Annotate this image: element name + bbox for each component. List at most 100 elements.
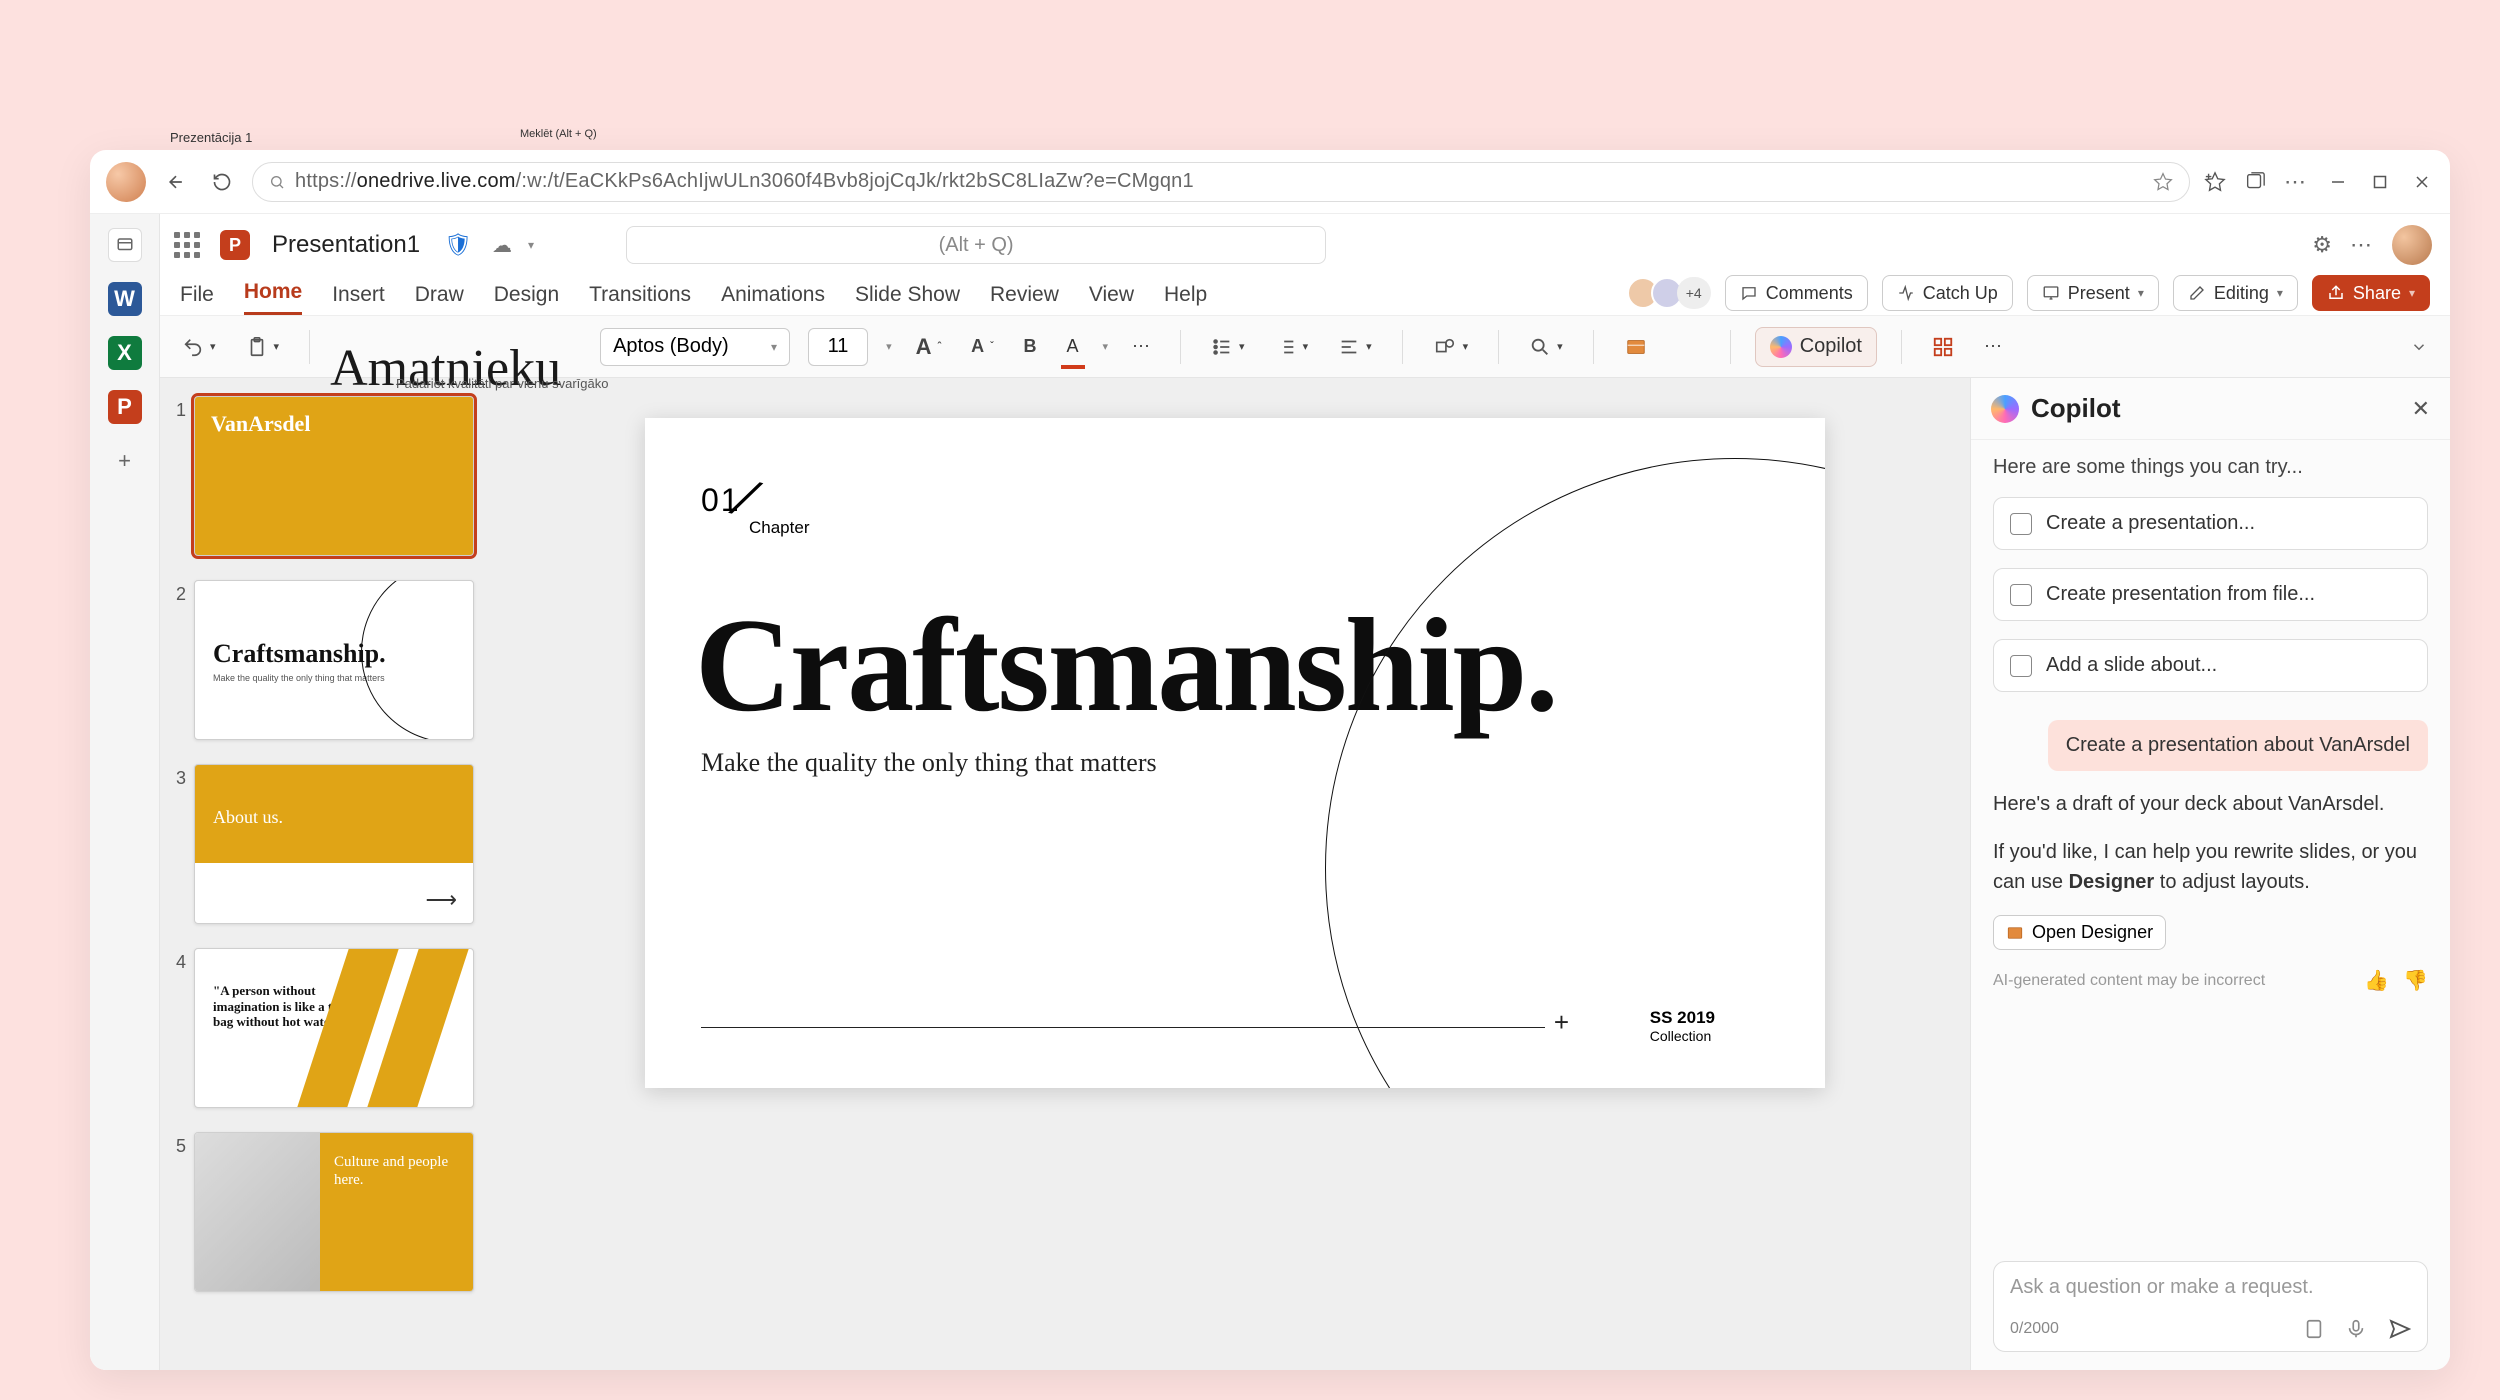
document-title[interactable]: Presentation1 [272,231,420,259]
shrink-font-button[interactable]: Aˇ [965,328,999,366]
profile-avatar[interactable] [106,162,146,202]
mic-icon[interactable] [2345,1318,2367,1340]
word-app-icon[interactable]: W [108,282,142,316]
home-app-icon[interactable] [108,228,142,262]
tab-design[interactable]: Design [494,283,559,315]
thumb-photo [195,1133,320,1291]
excel-app-icon[interactable]: X [108,336,142,370]
shapes-button[interactable]: ▾ [1427,328,1475,366]
brand-stripes [313,949,473,1107]
thumbs-down-icon[interactable]: 👎 [2403,968,2428,993]
settings-gear-icon[interactable]: ⚙ [2312,232,2332,258]
pencil-icon [2188,284,2206,302]
send-icon[interactable] [2387,1317,2411,1341]
slide-icon [2010,655,2032,677]
slide-thumbnail-5[interactable]: Culture and people here. [194,1132,474,1292]
browser-more-icon[interactable]: ⋯ [2284,169,2308,195]
search-icon [269,174,285,190]
suggestion-add-slide[interactable]: Add a slide about... [1993,639,2428,692]
browser-window: https://onedrive.live.com/:w:/t/EaCKkPs6… [90,150,2450,1370]
presence-more[interactable]: +4 [1677,277,1711,309]
minimize-button[interactable] [2326,170,2350,194]
tab-transitions[interactable]: Transitions [589,283,691,315]
grid-view-icon[interactable] [1926,328,1960,366]
share-icon [2327,284,2345,302]
slide-thumbnail-4[interactable]: "A person without imagination is like a … [194,948,474,1108]
ribbon-tabs: File Home Insert Draw Design Transitions… [160,276,2450,316]
current-slide[interactable]: 01⁄ Chapter Craftsmanship. Make the qual… [645,418,1825,1088]
editing-mode-button[interactable]: Editing▾ [2173,275,2298,311]
ribbon-more-icon[interactable]: ⋯ [1978,328,2008,366]
numbering-button[interactable]: ▾ [1269,328,1315,366]
suggestion-create-presentation[interactable]: Create a presentation... [1993,497,2428,550]
back-button[interactable] [160,166,192,198]
font-color-button[interactable]: A [1061,328,1085,366]
tab-review[interactable]: Review [990,283,1059,315]
star-icon[interactable] [2153,172,2173,192]
maximize-button[interactable] [2368,170,2392,194]
present-button[interactable]: Present▾ [2027,275,2159,311]
tab-insert[interactable]: Insert [332,283,385,315]
font-family-select[interactable]: Aptos (Body)▾ [600,328,790,366]
bg-doc-title: Prezentācija 1 [170,130,252,145]
sync-status-icon[interactable]: ☁ [492,233,512,258]
bullets-button[interactable]: ▾ [1205,328,1251,366]
add-app-icon[interactable]: + [108,444,142,478]
app-launcher-icon[interactable] [170,228,204,262]
comments-button[interactable]: Comments [1725,275,1868,311]
tab-slideshow[interactable]: Slide Show [855,283,960,315]
user-avatar[interactable] [2392,225,2432,265]
copilot-message-1: Here's a draft of your deck about VanArs… [1993,789,2428,819]
favorites-icon[interactable] [2204,171,2226,193]
tell-me-search[interactable]: (Alt + Q) [626,226,1326,264]
slide-thumbnail-2[interactable]: Craftsmanship. Make the quality the only… [194,580,474,740]
copilot-ribbon-button[interactable]: Copilot [1755,327,1877,367]
overlay-subtitle: Padariet kvalitāti par vienu svarīgāko [396,376,608,391]
presence-avatars[interactable]: +4 [1635,277,1711,309]
tab-draw[interactable]: Draw [415,283,464,315]
address-bar[interactable]: https://onedrive.live.com/:w:/t/EaCKkPs6… [252,162,2190,202]
thumb-brand: VanArsdel [211,411,310,437]
footer-text: SS 2019 Collection [1650,1008,1715,1044]
collapse-ribbon-icon[interactable] [2404,328,2434,366]
grow-font-button[interactable]: Aˆ [910,328,948,366]
dictate-button[interactable] [1672,328,1706,366]
bold-button[interactable]: B [1018,328,1043,366]
copilot-hint: Here are some things you can try... [1993,456,2428,479]
comment-icon [1740,284,1758,302]
tab-file[interactable]: File [180,283,214,315]
find-button[interactable]: ▾ [1523,328,1569,366]
collections-icon[interactable] [2244,171,2266,193]
share-button[interactable]: Share▾ [2312,275,2430,311]
work-area: 1 VanArsdel 2 Craftsmanship. Make the qu… [160,378,2450,1370]
tab-animations[interactable]: Animations [721,283,825,315]
powerpoint-app-icon[interactable]: P [108,390,142,424]
tab-help[interactable]: Help [1164,283,1207,315]
font-more-icon[interactable]: ⋯ [1126,328,1156,366]
refresh-button[interactable] [206,166,238,198]
copilot-input[interactable]: Ask a question or make a request. 0/2000 [1993,1261,2428,1352]
file-icon [2010,584,2032,606]
designer-button[interactable] [1618,328,1654,366]
suggestion-create-from-file[interactable]: Create presentation from file... [1993,568,2428,621]
slide-thumbnail-3[interactable]: About us. ⟶ [194,764,474,924]
thumbs-up-icon[interactable]: 👍 [2364,968,2389,993]
close-window-button[interactable] [2410,170,2434,194]
catch-up-button[interactable]: Catch Up [1882,275,2013,311]
bg-search: Meklēt (Alt + Q) [520,128,597,140]
ribbon-home: ▾ ▾ Amatnieku Aptos (Body)▾ 11 ▾ Aˆ Aˇ B… [160,316,2450,378]
tab-home[interactable]: Home [244,280,302,315]
align-button[interactable]: ▾ [1332,328,1378,366]
tab-view[interactable]: View [1089,283,1134,315]
open-designer-button[interactable]: Open Designer [1993,915,2166,950]
sensitivity-shield-icon[interactable]: 🛡 [444,232,472,258]
attach-icon[interactable] [2303,1318,2325,1340]
font-size-select[interactable]: 11 [808,328,868,366]
paste-button[interactable]: ▾ [240,328,286,366]
slide-thumbnail-1[interactable]: VanArsdel [194,396,474,556]
copilot-input-placeholder: Ask a question or make a request. [2010,1276,2411,1299]
close-icon[interactable]: ✕ [2412,396,2430,422]
copilot-logo-icon [1991,395,2019,423]
undo-button[interactable]: ▾ [176,328,222,366]
more-options-icon[interactable]: ⋯ [2350,232,2374,258]
